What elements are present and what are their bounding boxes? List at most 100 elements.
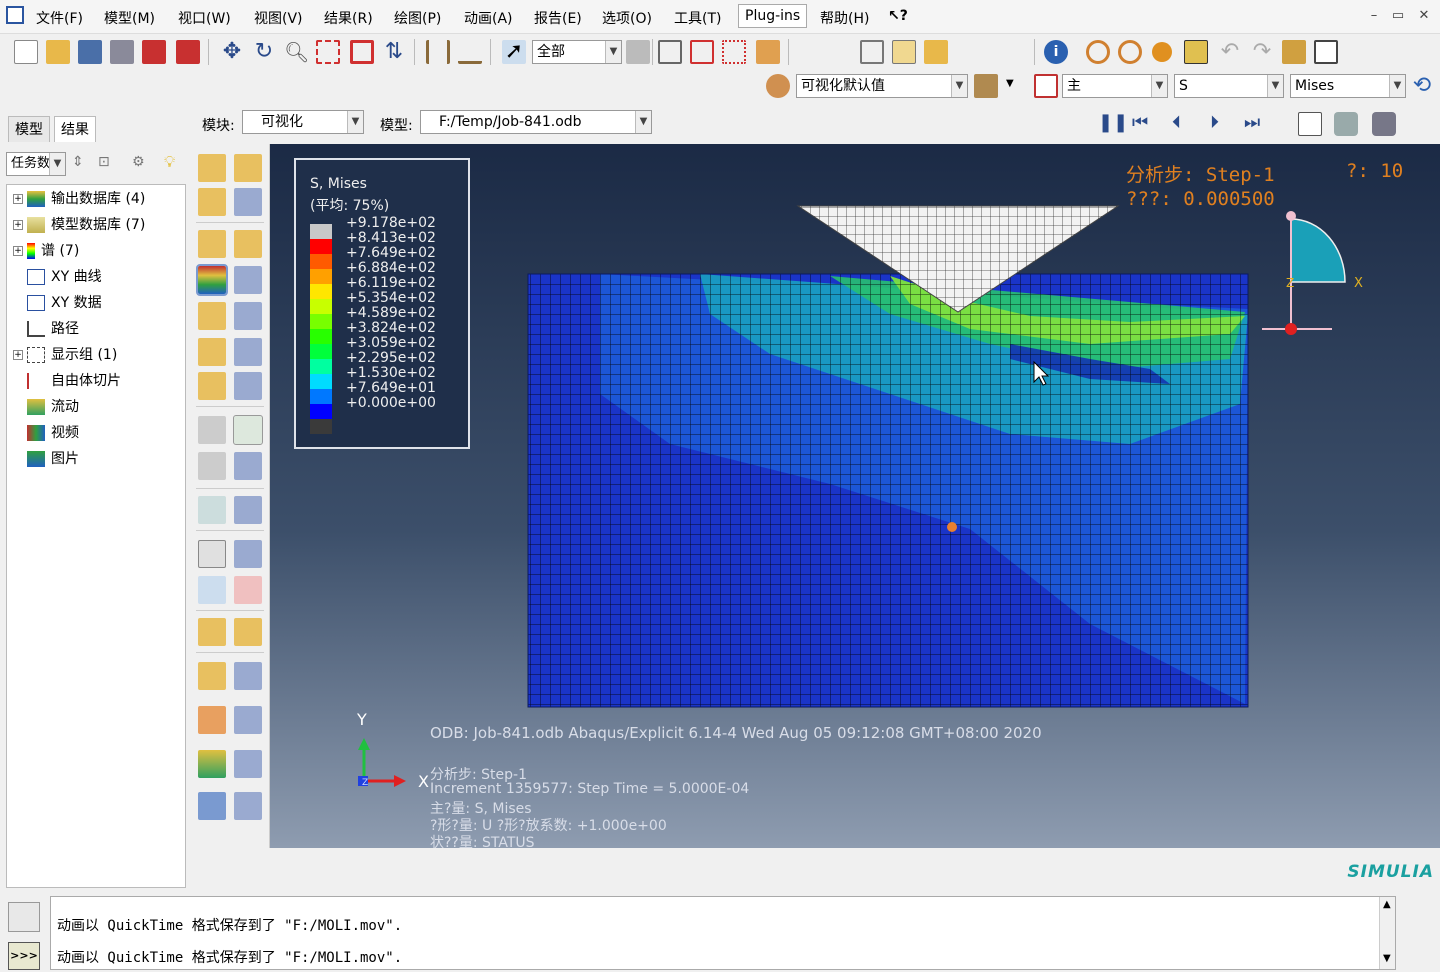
tree-item-spectrum[interactable]: + 谱 (7): [13, 239, 79, 263]
animate-harmonic-icon[interactable]: [198, 452, 226, 480]
minimize-button[interactable]: –: [1364, 6, 1384, 26]
menu-options[interactable]: 选项(O): [602, 8, 652, 28]
next-frame-icon[interactable]: ⏵: [1210, 112, 1219, 133]
reference-point[interactable]: [947, 522, 957, 532]
camera-icon[interactable]: [1334, 112, 1358, 136]
viewport[interactable]: S, Mises (平均: 75%) +9.178e+02 +8.413e+02 +…: [270, 144, 1440, 851]
python-prompt-icon[interactable]: >>>: [8, 942, 40, 970]
path-plot-icon[interactable]: [234, 576, 262, 604]
module-select[interactable]: 可视化 ▼: [242, 110, 364, 134]
substrate-mesh[interactable]: [527, 273, 1249, 708]
export-icon[interactable]: [176, 40, 200, 64]
menu-help[interactable]: 帮助(H): [820, 8, 869, 28]
view-cube-icon[interactable]: [658, 40, 682, 64]
box-select-icon[interactable]: [690, 40, 714, 64]
plot-material-orientations-icon[interactable]: [198, 302, 226, 330]
sort-icon[interactable]: ⇕: [72, 154, 84, 170]
last-frame-icon[interactable]: ⏭: [1244, 112, 1260, 133]
surface-flow-icon[interactable]: [198, 750, 226, 778]
first-frame-icon[interactable]: ⏮: [1132, 112, 1148, 133]
message-scrollbar[interactable]: ▲ ▼: [1379, 897, 1395, 969]
tree-item-movie[interactable]: 视频: [13, 421, 79, 445]
tree-item-free-body[interactable]: 自由体切片: [13, 369, 121, 393]
table-icon[interactable]: [1314, 40, 1338, 64]
model-select[interactable]: F:/Temp/Job-841.odb ▼: [420, 110, 652, 134]
layout-icon[interactable]: [1282, 40, 1306, 64]
query-icon[interactable]: [458, 40, 482, 64]
tree-item-output-db[interactable]: + 输出数据库 (4): [13, 187, 145, 211]
filter-icon[interactable]: ⚙: [132, 154, 145, 170]
shaded-icon[interactable]: [924, 40, 948, 64]
print-icon[interactable]: [110, 40, 134, 64]
box-zoom-icon[interactable]: [316, 40, 340, 64]
sketch-icon[interactable]: [1184, 40, 1208, 64]
cycle-view-icon[interactable]: ⇅: [382, 40, 406, 64]
symbol-options-icon[interactable]: [234, 230, 262, 258]
hidden-line-icon[interactable]: [892, 40, 916, 64]
rotate-icon[interactable]: ↻: [252, 40, 276, 64]
expand-icon[interactable]: +: [13, 350, 23, 360]
pause-icon[interactable]: ❚❚: [1098, 112, 1128, 133]
message-tab-icon[interactable]: [8, 902, 40, 932]
overlay-icon[interactable]: [1086, 40, 1110, 64]
field-invariant-select[interactable]: Mises ▼: [1290, 74, 1406, 98]
menu-results[interactable]: 结果(R): [324, 8, 373, 28]
lightbulb-icon[interactable]: 💡︎: [164, 152, 175, 172]
restore-button[interactable]: ▭: [1388, 6, 1408, 26]
result-manager-icon[interactable]: [234, 792, 262, 820]
refresh-icon[interactable]: ⟲: [1410, 74, 1434, 98]
expand-icon[interactable]: +: [13, 246, 23, 256]
previous-frame-icon[interactable]: ⏴: [1172, 112, 1181, 133]
tree-item-model-db[interactable]: + 模型数据库 (7): [13, 213, 145, 237]
sphere-icon[interactable]: [1152, 42, 1172, 62]
menu-tools[interactable]: 工具(T): [674, 8, 721, 28]
field-variable-select[interactable]: S ▼: [1174, 74, 1284, 98]
message-area[interactable]: 动画以 QuickTime 格式保存到了 "F:/MOLI.mov". 动画以 …: [50, 896, 1396, 970]
plot-deformed-icon[interactable]: [234, 154, 262, 182]
palette-icon[interactable]: [766, 74, 790, 98]
orientation-options-icon[interactable]: [234, 302, 262, 330]
scroll-up-icon[interactable]: ▲: [1383, 899, 1391, 910]
instance-dropdown-icon[interactable]: ▼: [1006, 78, 1014, 89]
selection-filter-select[interactable]: 全部 ▼: [532, 40, 622, 64]
menu-plugins[interactable]: Plug-ins: [738, 4, 808, 28]
selection-options-icon[interactable]: [626, 40, 650, 64]
tree-item-stream[interactable]: 流动: [13, 395, 79, 419]
menu-view[interactable]: 视图(V): [254, 8, 303, 28]
tree-item-display-group[interactable]: + 显示组 (1): [13, 343, 117, 367]
mesh-select-icon[interactable]: [722, 40, 746, 64]
context-help-icon[interactable]: ↖?: [888, 8, 908, 24]
plot-vectors-icon[interactable]: [198, 338, 226, 366]
expand-icon[interactable]: +: [13, 220, 23, 230]
plot-contours-icon[interactable]: [198, 188, 226, 216]
ruler-icon[interactable]: [426, 40, 450, 64]
result-options-icon[interactable]: [198, 792, 226, 820]
zoom-icon[interactable]: 🔍︎: [284, 40, 309, 64]
menu-animate[interactable]: 动画(A): [464, 8, 513, 28]
stream-manager-icon[interactable]: [234, 706, 262, 734]
contour-options-icon[interactable]: [234, 188, 262, 216]
flow-manager-icon[interactable]: [234, 750, 262, 778]
close-button[interactable]: ✕: [1414, 6, 1434, 26]
undo-icon[interactable]: ↶: [1218, 40, 1242, 64]
overlay-options-icon[interactable]: [234, 372, 262, 400]
copy-viewport-icon[interactable]: [1298, 112, 1322, 136]
create-stream-icon[interactable]: [198, 706, 226, 734]
menu-report[interactable]: 报告(E): [534, 8, 582, 28]
app-icon[interactable]: [6, 6, 24, 24]
tab-results[interactable]: 结果: [54, 116, 96, 142]
animation-options-icon[interactable]: [234, 452, 262, 480]
xy-data-manager-icon[interactable]: [234, 540, 262, 568]
scroll-down-icon[interactable]: ▼: [1383, 953, 1391, 964]
create-path-icon[interactable]: [198, 576, 226, 604]
animate-time-history-icon[interactable]: [233, 415, 263, 445]
tree-filter-select[interactable]: 任务数 ▼: [6, 152, 66, 176]
wireframe-icon[interactable]: [860, 40, 884, 64]
tree-item-path[interactable]: 路径: [13, 317, 79, 341]
fit-view-icon[interactable]: [350, 40, 374, 64]
expand-icon[interactable]: +: [13, 194, 23, 204]
select-arrow-icon[interactable]: ➚: [502, 40, 526, 64]
view-cut-manager-icon[interactable]: [234, 496, 262, 524]
model-plot[interactable]: [270, 144, 1440, 848]
create-xy-data-icon[interactable]: [198, 540, 226, 568]
